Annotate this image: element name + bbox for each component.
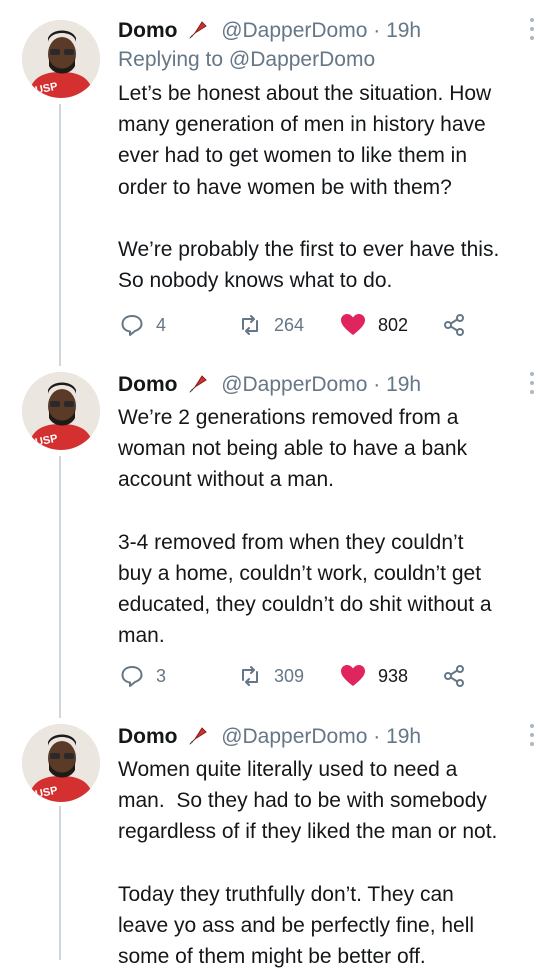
tweet-actions: 4 264 802 <box>0 311 553 339</box>
retweet-count: 309 <box>274 665 305 686</box>
retweet-button[interactable]: 264 <box>238 311 304 339</box>
more-options-icon[interactable] <box>525 368 539 398</box>
tweet-text: We’re 2 generations removed from a woman… <box>118 406 492 648</box>
share-icon <box>444 665 464 687</box>
avatar[interactable]: USP <box>22 372 100 450</box>
reply-button[interactable]: 4 <box>120 311 166 339</box>
tweet[interactable]: USP Domo @DapperDomo · 19h Women quite l… <box>0 724 553 968</box>
retweet-count: 264 <box>274 314 305 335</box>
share-icon <box>444 314 464 336</box>
replying-label: Replying to <box>118 48 224 71</box>
tweet[interactable]: USP Domo @DapperDomo · 19h We’re 2 gener… <box>0 372 553 702</box>
retweet-button[interactable]: 309 <box>238 662 304 690</box>
more-options-icon[interactable] <box>525 14 539 44</box>
author-name[interactable]: Domo <box>118 373 178 396</box>
more-options-icon[interactable] <box>525 720 539 750</box>
author-handle[interactable]: @DapperDomo <box>221 373 367 396</box>
author-handle[interactable]: @DapperDomo <box>221 725 367 748</box>
tweet[interactable]: USP Domo @DapperDomo · 19h Replying to @… <box>0 18 553 358</box>
reply-count: 3 <box>156 665 167 686</box>
replying-to: Replying to @DapperDomo <box>118 46 535 74</box>
author-handle[interactable]: @DapperDomo <box>221 19 367 42</box>
reply-icon <box>121 666 143 687</box>
author-name[interactable]: Domo <box>118 19 178 42</box>
fountain-pen-icon <box>189 21 208 39</box>
tweet-actions: 3 309 938 <box>0 662 553 690</box>
avatar[interactable]: USP <box>22 20 100 98</box>
reply-button[interactable]: 3 <box>120 662 166 690</box>
heart-icon <box>341 665 365 686</box>
tweet-time[interactable]: · 19h <box>373 373 421 396</box>
like-count: 802 <box>378 314 409 335</box>
replying-handle[interactable]: @DapperDomo <box>229 48 375 71</box>
like-button[interactable]: 938 <box>340 662 408 690</box>
retweet-icon <box>242 315 258 335</box>
tweet-time[interactable]: · 19h <box>373 19 421 42</box>
tweet-text: Let’s be honest about the situation. How… <box>118 82 500 293</box>
like-button[interactable]: 802 <box>340 311 408 339</box>
heart-icon <box>341 314 365 335</box>
tweet-text: Women quite literally used to need a man… <box>118 758 498 969</box>
retweet-icon <box>242 666 258 686</box>
reply-count: 4 <box>156 314 167 335</box>
share-button[interactable] <box>442 662 466 690</box>
avatar[interactable]: USP <box>22 724 100 802</box>
author-name[interactable]: Domo <box>118 725 178 748</box>
share-button[interactable] <box>442 311 466 339</box>
like-count: 938 <box>378 665 409 686</box>
fountain-pen-icon <box>189 375 208 393</box>
reply-icon <box>121 315 143 336</box>
tweet-time[interactable]: · 19h <box>373 725 421 748</box>
fountain-pen-icon <box>189 727 208 745</box>
